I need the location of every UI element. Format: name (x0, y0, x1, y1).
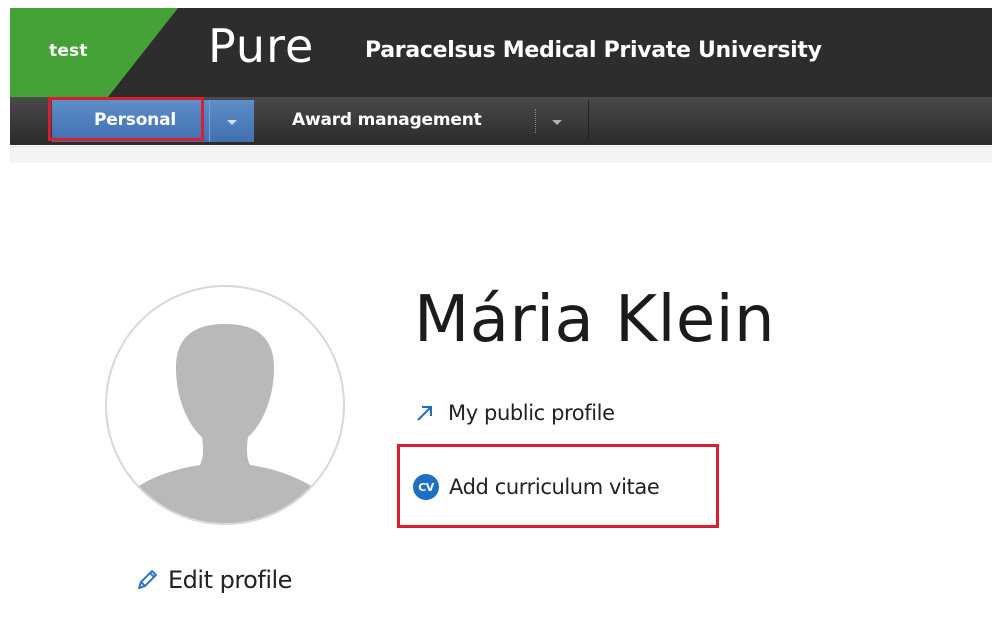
app-frame: test Pure Paracelsus Medical Private Uni… (0, 0, 992, 632)
add-cv-link[interactable]: CV Add curriculum vitae (413, 470, 660, 504)
tab-award-management-label[interactable]: Award management (292, 110, 482, 130)
public-profile-label[interactable]: My public profile (448, 401, 615, 425)
brand-logo[interactable]: Pure (208, 19, 314, 73)
content-divider (10, 146, 992, 163)
chevron-down-icon (227, 120, 237, 125)
environment-badge (10, 8, 178, 97)
tab-personal-dropdown[interactable] (209, 100, 255, 142)
tab-separator (535, 109, 536, 133)
avatar[interactable] (105, 285, 345, 525)
tab-award-management-dropdown[interactable] (538, 100, 578, 142)
edit-profile-label[interactable]: Edit profile (168, 566, 292, 594)
university-name: Paracelsus Medical Private University (365, 38, 822, 63)
personal-tab-highlight (48, 97, 204, 141)
chevron-down-icon (552, 120, 562, 125)
tab-award-management[interactable]: Award management (262, 100, 578, 142)
cv-icon: CV (413, 474, 439, 500)
arrow-up-right-icon (417, 406, 432, 421)
public-profile-link[interactable]: My public profile (414, 396, 615, 430)
add-cv-label[interactable]: Add curriculum vitae (449, 475, 660, 499)
main-nav: Personal Award management (10, 97, 992, 145)
pencil-icon (138, 570, 157, 589)
environment-label: test (49, 41, 88, 61)
top-header: test Pure Paracelsus Medical Private Uni… (10, 8, 992, 97)
person-name: Mária Klein (414, 283, 776, 357)
nav-divider (588, 100, 589, 142)
person-silhouette-icon (119, 324, 331, 523)
edit-profile-link[interactable]: Edit profile (134, 562, 292, 598)
